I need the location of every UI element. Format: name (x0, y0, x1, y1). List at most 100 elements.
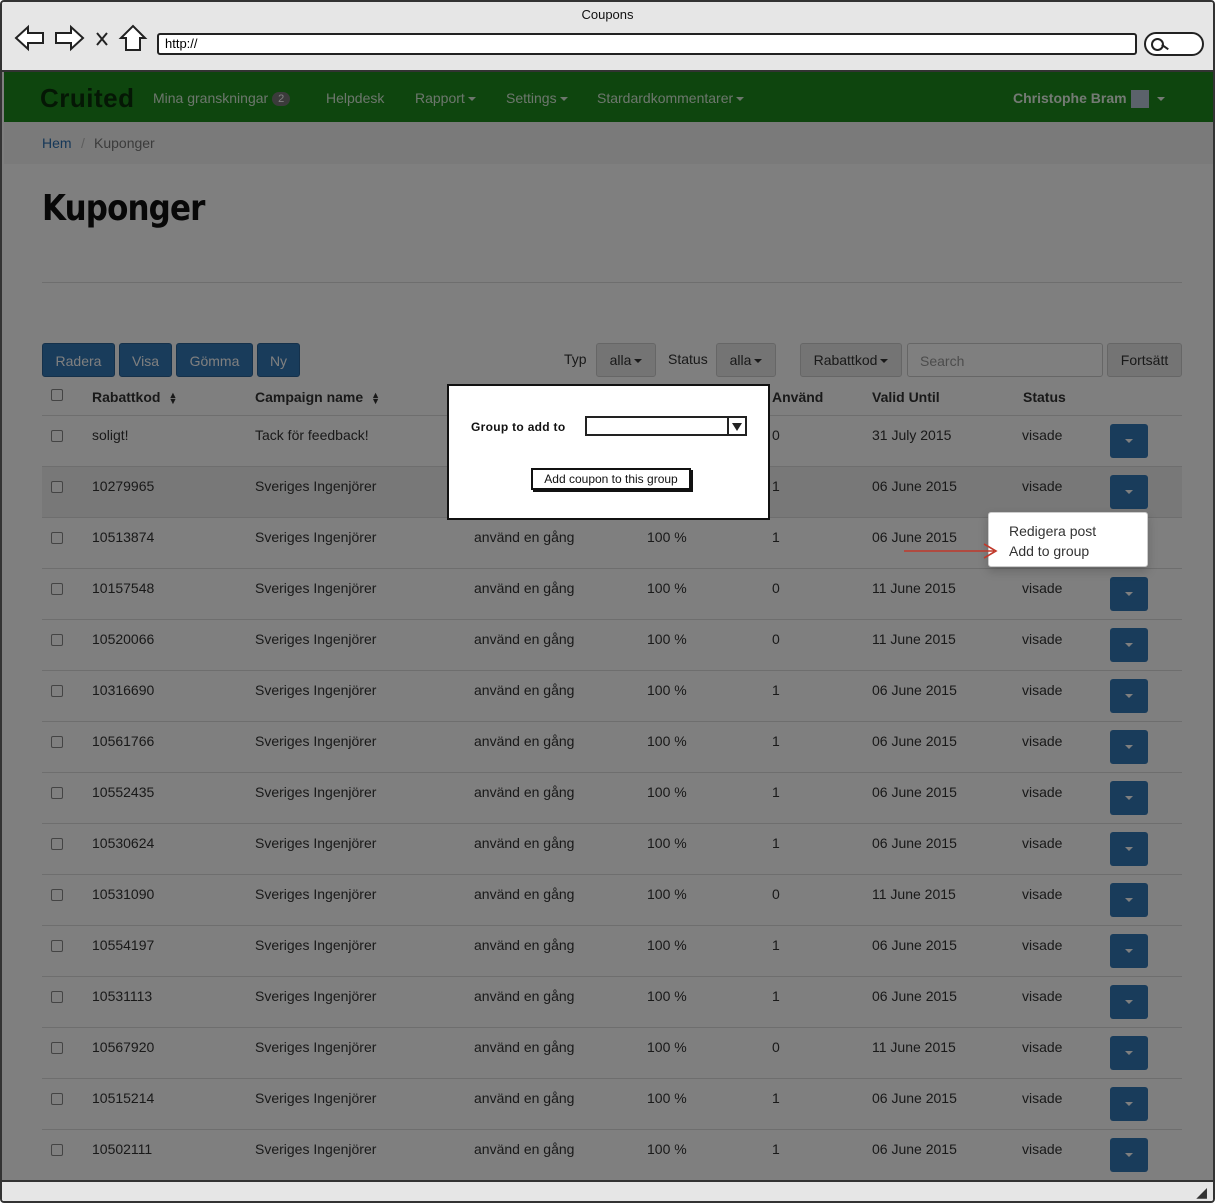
row-checkbox[interactable] (51, 685, 63, 697)
table-cell: använd en gång (474, 835, 575, 851)
table-cell: 1 (772, 733, 780, 749)
rabattkod-dropdown[interactable]: Rabattkod (800, 343, 902, 377)
row-checkbox[interactable] (51, 736, 63, 748)
nav-rapport[interactable]: Rapport (415, 90, 476, 106)
table-row[interactable]: 10567920 Sveriges Ingenjörer använd en gån… (42, 1027, 1182, 1078)
menu-item-redigera-post[interactable]: Redigera post (1009, 523, 1096, 539)
ny-button[interactable]: Ny (257, 343, 300, 377)
table-cell: soligt! (92, 427, 129, 443)
table-cell: 06 June 2015 (872, 478, 957, 494)
menu-item-add-to-group[interactable]: Add to group (1009, 543, 1089, 559)
table-cell: 0 (772, 631, 780, 647)
table-row[interactable]: 10561766 Sveriges Ingenjörer använd en gån… (42, 721, 1182, 772)
row-checkbox[interactable] (51, 940, 63, 952)
table-row[interactable]: 10552435 Sveriges Ingenjörer använd en gån… (42, 772, 1182, 823)
brand-logo[interactable]: Cruited (40, 83, 135, 114)
home-icon[interactable] (117, 22, 149, 54)
row-checkbox[interactable] (51, 1144, 63, 1156)
row-action-button[interactable] (1110, 934, 1148, 968)
select-all-checkbox[interactable] (51, 389, 63, 401)
row-checkbox[interactable] (51, 889, 63, 901)
row-action-button[interactable] (1110, 985, 1148, 1019)
table-row[interactable]: 10502111 Sveriges Ingenjörer använd en gån… (42, 1129, 1182, 1180)
stop-icon[interactable] (91, 22, 115, 54)
table-row[interactable]: 10520066 Sveriges Ingenjörer använd en gån… (42, 619, 1182, 670)
row-action-button[interactable] (1110, 577, 1148, 611)
table-cell: 10567920 (92, 1039, 155, 1055)
table-row[interactable]: 10531090 Sveriges Ingenjörer använd en gån… (42, 874, 1182, 925)
table-cell: 100 % (647, 988, 687, 1004)
status-dropdown[interactable]: alla (716, 343, 776, 377)
forward-arrow-icon[interactable] (53, 22, 85, 54)
row-checkbox[interactable] (51, 430, 63, 442)
row-checkbox[interactable] (51, 634, 63, 646)
table-row[interactable]: 10554197 Sveriges Ingenjörer använd en gån… (42, 925, 1182, 976)
row-action-button[interactable] (1110, 730, 1148, 764)
row-checkbox[interactable] (51, 991, 63, 1003)
row-checkbox[interactable] (51, 1093, 63, 1105)
nav-stardardkommentarer[interactable]: Stardardkommentarer (597, 90, 745, 106)
user-menu[interactable]: Christophe Bram (1013, 90, 1165, 109)
header-campaign-name[interactable]: Campaign name ▲ ▼ (255, 389, 380, 406)
row-checkbox[interactable] (51, 532, 63, 544)
table-cell: 1 (772, 1090, 780, 1106)
row-checkbox[interactable] (51, 1042, 63, 1054)
resize-grip-icon[interactable]: ◢ (1196, 1184, 1207, 1201)
row-action-button[interactable] (1110, 781, 1148, 815)
caret-down-icon (559, 97, 568, 102)
row-checkbox[interactable] (51, 787, 63, 799)
url-bar[interactable]: http:// (157, 33, 1137, 55)
table-cell: 10554197 (92, 937, 155, 953)
row-action-button[interactable] (1110, 424, 1148, 458)
visa-button[interactable]: Visa (119, 343, 172, 377)
row-checkbox[interactable] (51, 583, 63, 595)
row-action-button[interactable] (1110, 1036, 1148, 1070)
table-cell: Sveriges Ingenjörer (255, 733, 377, 749)
row-action-button[interactable] (1110, 832, 1148, 866)
table-cell: använd en gång (474, 784, 575, 800)
caret-down-icon (1125, 1051, 1133, 1055)
table-cell: använd en gång (474, 682, 575, 698)
add-coupon-to-group-button[interactable]: Add coupon to this group (531, 468, 691, 490)
row-action-button[interactable] (1110, 883, 1148, 917)
table-cell: 06 June 2015 (872, 988, 957, 1004)
table-cell: 100 % (647, 1090, 687, 1106)
row-action-button[interactable] (1110, 679, 1148, 713)
browser-search[interactable] (1144, 32, 1204, 56)
table-row[interactable]: 10530624 Sveriges Ingenjörer använd en gån… (42, 823, 1182, 874)
table-row[interactable]: 10531113 Sveriges Ingenjörer använd en gån… (42, 976, 1182, 1027)
header-valid-until: Valid Until (872, 389, 940, 405)
row-action-button[interactable] (1110, 475, 1148, 509)
table-cell: 100 % (647, 835, 687, 851)
typ-dropdown[interactable]: alla (596, 343, 656, 377)
row-action-button[interactable] (1110, 1087, 1148, 1121)
nav-mina-granskningar[interactable]: Mina granskningar 2 (153, 90, 291, 107)
header-rabattkod[interactable]: Rabattkod ▲ ▼ (92, 389, 177, 406)
nav-settings[interactable]: Settings (506, 90, 568, 106)
table-cell: 06 June 2015 (872, 682, 957, 698)
table-row[interactable]: 10316690 Sveriges Ingenjörer använd en gån… (42, 670, 1182, 721)
radera-button[interactable]: Radera (42, 343, 115, 377)
row-checkbox[interactable] (51, 838, 63, 850)
search-input[interactable]: Search (907, 343, 1103, 377)
row-action-button[interactable] (1110, 1138, 1148, 1172)
gomma-button[interactable]: Gömma (176, 343, 253, 377)
row-checkbox[interactable] (51, 481, 63, 493)
caret-down-icon (754, 359, 763, 364)
fortsatt-button[interactable]: Fortsätt (1107, 343, 1182, 377)
back-arrow-icon[interactable] (14, 22, 46, 54)
table-cell: 06 June 2015 (872, 1141, 957, 1157)
caret-down-icon (1125, 1102, 1133, 1106)
caret-down-icon (1125, 490, 1133, 494)
table-cell: 1 (772, 784, 780, 800)
table-row[interactable]: 10515214 Sveriges Ingenjörer använd en gån… (42, 1078, 1182, 1129)
table-cell: 10531113 (92, 988, 153, 1004)
nav-helpdesk[interactable]: Helpdesk (326, 90, 384, 106)
table-cell: 100 % (647, 784, 687, 800)
header-anvand: Använd (772, 389, 824, 405)
group-select[interactable] (585, 416, 747, 436)
breadcrumb-home-link[interactable]: Hem (42, 135, 72, 151)
table-cell: 100 % (647, 886, 687, 902)
row-action-button[interactable] (1110, 628, 1148, 662)
table-row[interactable]: 10157548 Sveriges Ingenjörer använd en gån… (42, 568, 1182, 619)
